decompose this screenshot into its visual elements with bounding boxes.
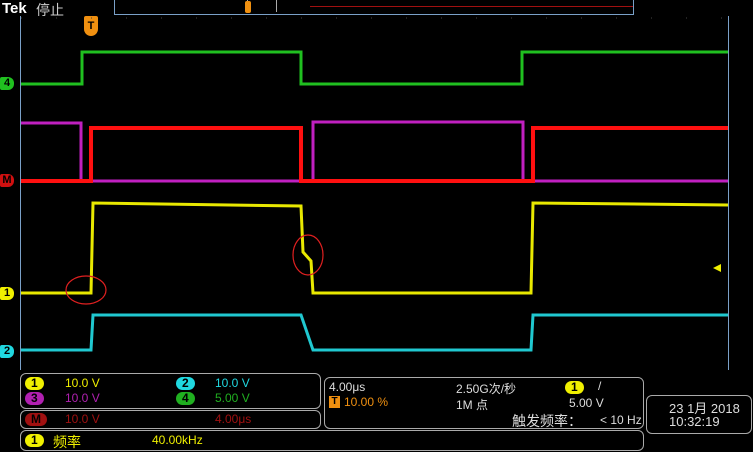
trigger-position-icon: T: [329, 396, 340, 408]
math-panel[interactable]: M 10.0 V 4.00μs: [20, 410, 321, 429]
ch4-marker[interactable]: 4: [0, 77, 14, 90]
tek-logo: Tek: [2, 0, 27, 17]
measurement-label: 频率: [53, 434, 81, 450]
math-scale: 10.0 V: [65, 412, 100, 426]
trigger-slope-icon: /: [598, 379, 602, 393]
measurement-panel[interactable]: 1 频率 40.00kHz: [20, 430, 644, 451]
datetime-panel: 23 1月 2018 10:32:19: [646, 395, 752, 434]
ch2-marker[interactable]: 2: [0, 345, 14, 358]
math-marker-label: M: [2, 174, 12, 186]
horizontal-trigger-panel[interactable]: 4.00μs T 10.00 % 2.50G次/秒 1M 点 1 / 5.00 …: [324, 377, 644, 429]
trigger-frequency: < 10 Hz: [600, 413, 642, 427]
waveform-display: [21, 17, 729, 352]
trigger-position: 10.00 %: [344, 395, 389, 409]
ch2-trace: [21, 313, 728, 352]
ch2-badge[interactable]: 2: [176, 377, 195, 390]
ch1-marker[interactable]: 1: [0, 287, 14, 300]
channel-scale-panel[interactable]: 1 10.0 V 2 10.0 V 3 10.0 V 4 5.00 V: [20, 373, 321, 409]
waveform-graticule[interactable]: [20, 16, 729, 370]
measurement-value: 40.00kHz: [152, 433, 203, 447]
ch1-scale: 10.0 V: [65, 376, 100, 390]
ch4-marker-label: 4: [3, 77, 11, 89]
ch4-badge[interactable]: 4: [176, 392, 195, 405]
annotation-circle: [65, 275, 107, 305]
ch1-badge[interactable]: 1: [25, 377, 44, 390]
trigger-source-badge: 1: [565, 381, 584, 394]
math-time: 4.00μs: [215, 412, 252, 426]
time: 10:32:19: [669, 414, 720, 429]
sample-rate: 2.50G次/秒: [456, 382, 517, 396]
math-trace: [21, 126, 728, 183]
math-marker[interactable]: M: [0, 174, 14, 187]
trigger-level: 5.00 V: [569, 396, 604, 410]
ch3-scale: 10.0 V: [65, 391, 100, 405]
horizontal-scale: 4.00μs: [329, 380, 366, 394]
record-view-bar[interactable]: [114, 0, 634, 15]
annotation-circle: [292, 234, 324, 276]
ch3-badge[interactable]: 3: [25, 392, 44, 405]
trigger-level-arrow: [713, 264, 721, 272]
ch1-marker-label: 1: [3, 287, 11, 299]
measurement-channel-badge: 1: [25, 434, 44, 447]
math-badge[interactable]: M: [25, 413, 47, 426]
ch4-trace: [21, 50, 728, 86]
record-length: 1M 点: [456, 398, 489, 412]
ch2-scale: 10.0 V: [215, 376, 250, 390]
ch2-marker-label: 2: [3, 345, 11, 357]
ch3-trace: [21, 120, 728, 183]
ch1-trace: [21, 201, 729, 295]
trigger-frequency-label: 触发频率：: [512, 413, 582, 429]
ch4-scale: 5.00 V: [215, 391, 250, 405]
